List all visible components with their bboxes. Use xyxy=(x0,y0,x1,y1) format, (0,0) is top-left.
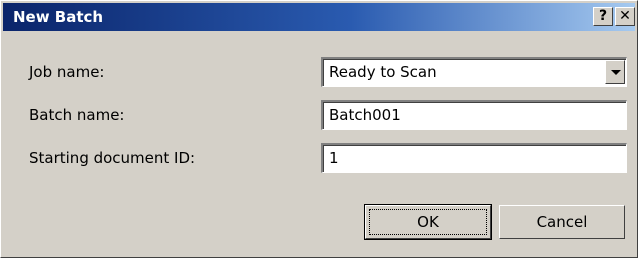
job-name-value: Ready to Scan xyxy=(329,63,437,81)
job-name-combobox[interactable]: Ready to Scan xyxy=(321,57,627,87)
ok-button[interactable]: OK xyxy=(364,204,492,240)
starting-document-id-input[interactable]: 1 xyxy=(321,143,627,173)
cancel-button[interactable]: Cancel xyxy=(499,205,625,239)
starting-document-id-label: Starting document ID: xyxy=(29,149,196,167)
close-icon: ✕ xyxy=(619,8,631,24)
close-button[interactable]: ✕ xyxy=(615,7,635,26)
job-name-label: Job name: xyxy=(29,63,105,81)
title-bar[interactable]: New Batch ? ✕ xyxy=(3,3,635,31)
cancel-button-label: Cancel xyxy=(536,213,588,231)
help-icon: ? xyxy=(598,8,608,24)
batch-name-label: Batch name: xyxy=(29,106,125,124)
starting-document-id-value: 1 xyxy=(329,149,339,167)
batch-name-input[interactable]: Batch001 xyxy=(321,100,627,130)
batch-name-value: Batch001 xyxy=(329,106,401,124)
dialog-title: New Batch xyxy=(13,8,104,26)
help-button[interactable]: ? xyxy=(593,7,613,26)
new-batch-dialog: New Batch ? ✕ Job name: Ready to Scan Ba… xyxy=(0,0,638,258)
focus-rectangle xyxy=(369,209,487,235)
chevron-down-icon[interactable] xyxy=(605,60,625,84)
